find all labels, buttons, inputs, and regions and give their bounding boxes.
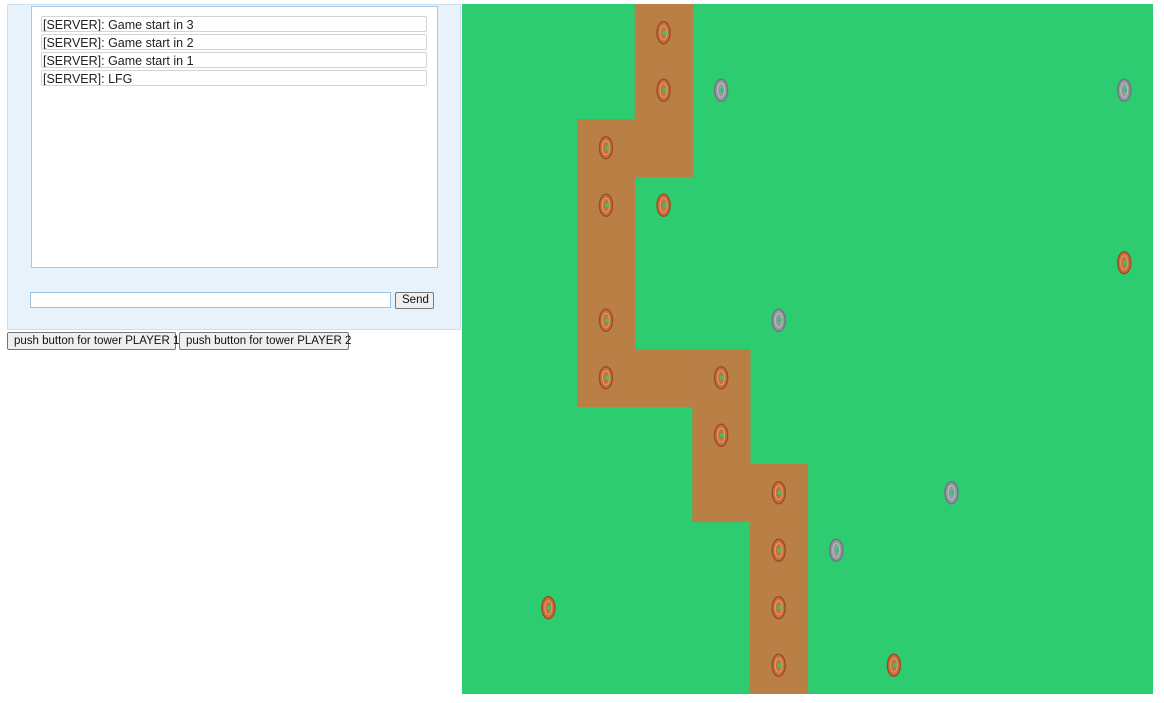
chat-log[interactable]: [SERVER]: Game start in 3 [SERVER]: Game… (31, 6, 438, 268)
player-1-tower-icon[interactable] (656, 21, 671, 45)
player-2-tower-icon[interactable] (713, 78, 729, 102)
game-board-canvas[interactable] (462, 4, 1153, 694)
player-2-tower-icon[interactable] (1116, 78, 1132, 102)
player-1-tower-icon[interactable] (598, 136, 614, 160)
player-1-tower-icon[interactable] (598, 366, 614, 390)
player-1-tower-icon[interactable] (598, 193, 614, 217)
player-1-tower-icon[interactable] (1116, 251, 1132, 275)
player-1-tower-icon[interactable] (656, 193, 671, 217)
player-1-tower-icon[interactable] (713, 366, 729, 390)
tower-button-player-1[interactable]: push button for tower PLAYER 1 (7, 332, 179, 350)
player-1-tower-icon[interactable] (886, 653, 902, 677)
chat-message: [SERVER]: Game start in 1 (41, 52, 427, 68)
player-1-tower-icon[interactable] (771, 538, 786, 562)
chat-message: [SERVER]: LFG (41, 70, 427, 86)
path-cell (577, 234, 636, 293)
player-1-tower-icon[interactable] (771, 596, 786, 620)
player-1-tower-icon[interactable] (541, 596, 556, 620)
chat-panel: [SERVER]: Game start in 3 [SERVER]: Game… (7, 4, 461, 330)
chat-message: [SERVER]: Game start in 2 (41, 34, 427, 50)
path-cell (634, 119, 693, 178)
path-cell (634, 349, 693, 408)
game-board[interactable] (462, 4, 1153, 694)
path-cell (692, 464, 751, 523)
send-button[interactable]: Send (395, 292, 434, 309)
tower-button-player-2[interactable]: push button for tower PLAYER 2 (179, 332, 351, 350)
player-1-tower-icon[interactable] (598, 308, 614, 332)
player-1-tower-icon[interactable] (656, 78, 671, 102)
player-1-tower-icon[interactable] (713, 423, 729, 447)
player-2-tower-icon[interactable] (829, 538, 844, 562)
player-1-tower-icon[interactable] (771, 481, 786, 505)
player-2-tower-icon[interactable] (771, 308, 786, 332)
player-2-tower-icon[interactable] (944, 481, 959, 505)
chat-message: [SERVER]: Game start in 3 (41, 16, 427, 32)
chat-input[interactable] (30, 292, 391, 308)
player-1-tower-icon[interactable] (771, 653, 786, 677)
